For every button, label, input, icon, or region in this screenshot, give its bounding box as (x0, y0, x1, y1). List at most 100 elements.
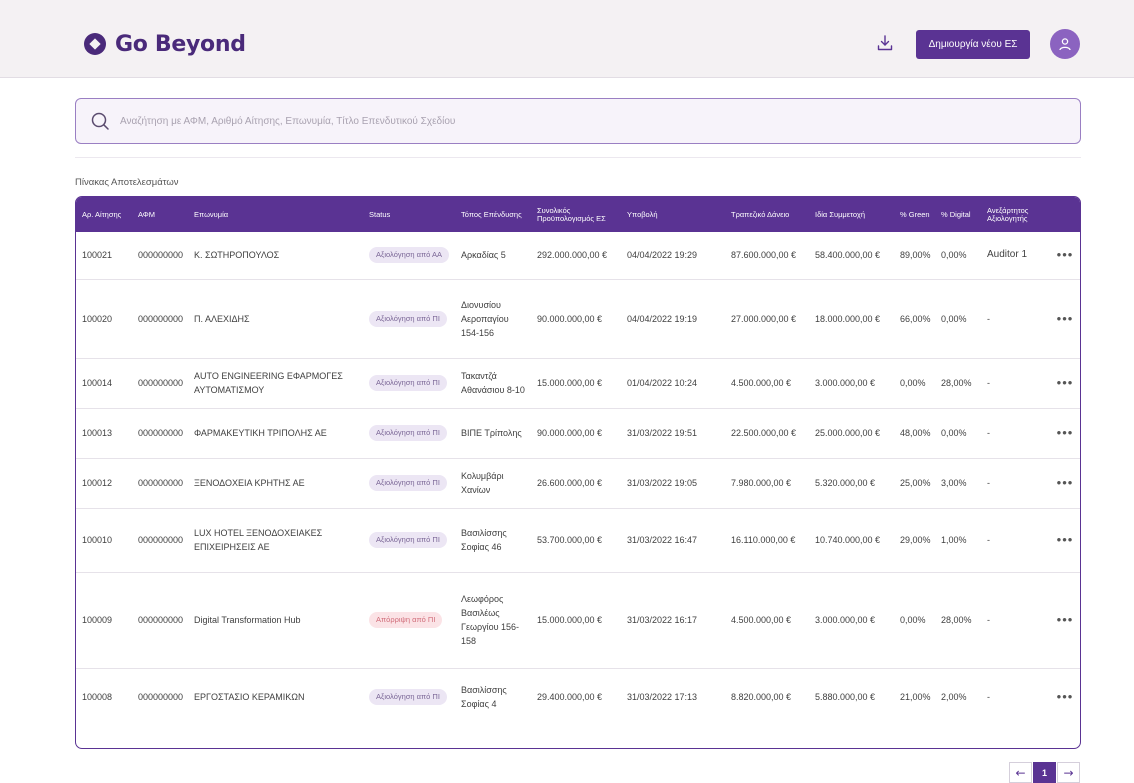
brand-name: Go Beyond (115, 31, 246, 57)
row-actions-menu[interactable]: ••• (1048, 458, 1080, 509)
row-actions-menu[interactable]: ••• (1048, 279, 1080, 359)
avatar[interactable] (1050, 29, 1080, 59)
col-header-loan[interactable]: Τραπεζικό Δάνειο (725, 197, 809, 232)
cell-status: Απόρριψη από ΠΙ (363, 572, 455, 669)
cell-submission: 31/03/2022 17:13 (627, 692, 698, 703)
row-actions-menu[interactable]: ••• (1048, 232, 1080, 280)
status-badge: Αξιολόγηση από ΠΙ (369, 375, 447, 391)
col-header-digital[interactable]: % Digital (935, 197, 981, 232)
create-new-plan-button[interactable]: Δημιουργία νέου ΕΣ (916, 30, 1030, 59)
cell-loan: 4.500.000,00 € (725, 572, 809, 669)
cell-green: 0,00% (894, 572, 935, 669)
col-header-actions (1048, 197, 1080, 232)
cell-name: LUX HOTEL ΞΕΝΟΔΟΧΕΙΑΚΕΣ ΕΠΙΧΕΙΡΗΣΕΙΣ ΑΕ (188, 508, 363, 573)
col-header-app-no[interactable]: Αρ. Αίτησης (76, 197, 132, 232)
cell-green: 66,00% (894, 279, 935, 359)
table-row[interactable]: 100008 000000000 ΕΡΓΟΣΤΑΣΙΟ ΚΕΡΑΜΙΚΩΝ Αξιολ… (76, 668, 1080, 726)
cell-own: 3.000.000,00 € (809, 572, 894, 669)
cell-location: Βασιλίσσης Σοφίας 4 (461, 685, 507, 710)
cell-afm: 000000000 (132, 279, 188, 359)
cell-digital: 28,00% (935, 572, 981, 669)
next-page-button[interactable]: → (1057, 762, 1080, 783)
cell-location: Αρκαδίας 5 (455, 232, 531, 280)
brand-logo[interactable]: Go Beyond (84, 30, 246, 58)
search-input[interactable] (120, 107, 1020, 135)
cell-loan: 8.820.000,00 € (731, 692, 792, 703)
cell-budget: 15.000.000,00 € (531, 572, 621, 669)
cell-name: Digital Transformation Hub (188, 572, 363, 669)
pagination: ← 1 → (1009, 762, 1080, 783)
cell-app-no: 100021 (76, 232, 132, 280)
search-bar (75, 98, 1081, 144)
row-actions-menu[interactable]: ••• (1048, 508, 1080, 573)
table-row[interactable]: 100009 000000000 Digital Transformation Hu… (76, 572, 1080, 669)
cell-digital: 2,00% (941, 692, 967, 703)
cell-app-no: 100012 (76, 458, 132, 509)
page-1-button[interactable]: 1 (1033, 762, 1056, 783)
table-row[interactable]: 100010 000000000 LUX HOTEL ΞΕΝΟΔΟΧΕΙΑΚΕΣ Ε… (76, 508, 1080, 573)
col-header-location[interactable]: Τόπος Επένδυσης (455, 197, 531, 232)
cell-status: Αξιολόγηση από ΠΙ (363, 668, 455, 726)
cell-name: Κ. ΣΩΤΗΡΟΠΟΥΛΟΣ (188, 232, 363, 280)
cell-budget: 29.400.000,00 € (537, 692, 603, 703)
cell-own: 18.000.000,00 € (809, 279, 894, 359)
cell-own: 25.000.000,00 € (809, 408, 894, 459)
col-header-submission[interactable]: Υποβολή (621, 197, 725, 232)
table-row[interactable]: 100013 000000000 ΦΑΡΜΑΚΕΥΤΙΚΗ ΤΡΙΠΟΛΗΣ ΑΕ Α… (76, 408, 1080, 459)
cell-digital: 3,00% (935, 458, 981, 509)
col-header-green[interactable]: % Green (894, 197, 935, 232)
prev-page-button[interactable]: ← (1009, 762, 1032, 783)
cell-location: Κολυμβάρι Χανίων (455, 458, 531, 509)
table-row[interactable]: 100020 000000000 Π. ΑΛΕΧΙΔΗΣ Αξιολόγηση από… (76, 279, 1080, 359)
download-icon[interactable] (876, 34, 894, 52)
cell-budget: 53.700.000,00 € (531, 508, 621, 573)
cell-green: 0,00% (894, 358, 935, 409)
cell-loan: 7.980.000,00 € (725, 458, 809, 509)
cell-budget: 292.000.000,00 € (531, 232, 621, 280)
cell-afm: 000000000 (132, 572, 188, 669)
status-badge: Αξιολόγηση από ΠΙ (369, 475, 447, 491)
cell-green: 29,00% (894, 508, 935, 573)
col-header-status[interactable]: Status (363, 197, 455, 232)
row-actions-menu[interactable]: ••• (1048, 572, 1080, 669)
col-header-afm[interactable]: ΑΦΜ (132, 197, 188, 232)
cell-app-no: 100009 (76, 572, 132, 669)
cell-auditor: - (981, 358, 1048, 409)
cell-loan: 22.500.000,00 € (725, 408, 809, 459)
results-table: Αρ. Αίτησης ΑΦΜ Επωνυμία Status Τόπος Επ… (75, 196, 1081, 749)
status-badge: Αξιολόγηση από ΠΙ (369, 689, 447, 706)
cell-loan: 4.500.000,00 € (725, 358, 809, 409)
cell-own: 5.880.000,00 € (815, 692, 876, 703)
table-header-row: Αρ. Αίτησης ΑΦΜ Επωνυμία Status Τόπος Επ… (76, 197, 1080, 232)
cell-app-no: 100014 (76, 358, 132, 409)
cell-auditor: - (981, 279, 1048, 359)
cell-afm: 000000000 (132, 358, 188, 409)
cell-location: Τακαντζά Αθανάσιου 8-10 (455, 358, 531, 409)
col-header-own[interactable]: Ιδία Συμμετοχή (809, 197, 894, 232)
cell-afm: 000000000 (132, 458, 188, 509)
table-row[interactable]: 100012 000000000 ΞΕΝΟΔΟΧΕΙΑ ΚΡΗΤΗΣ ΑΕ Αξιολ… (76, 458, 1080, 509)
table-row[interactable]: 100021 000000000 Κ. ΣΩΤΗΡΟΠΟΥΛΟΣ Αξιολόγηση… (76, 232, 1080, 280)
cell-submission: 31/03/2022 19:05 (621, 458, 725, 509)
search-icon (91, 112, 109, 130)
col-header-name[interactable]: Επωνυμία (188, 197, 363, 232)
cell-status: Αξιολόγηση από ΑΑ (363, 232, 455, 280)
cell-app-no: 100013 (76, 408, 132, 459)
col-header-budget[interactable]: Συνολικός Προϋπολογισμός ΕΣ (531, 197, 621, 232)
status-badge: Αξιολόγηση από ΠΙ (369, 310, 447, 327)
table-row[interactable]: 100014 000000000 AUTO ENGINEERING ΕΦΑΡΜΟΓΕ… (76, 358, 1080, 409)
cell-afm: 000000000 (132, 508, 188, 573)
cell-own: 10.740.000,00 € (809, 508, 894, 573)
cell-location: ΒΙΠΕ Τρίπολης (455, 408, 531, 459)
cell-auditor: - (981, 408, 1048, 459)
col-header-auditor[interactable]: Ανεξάρτητος Αξιολογητής (981, 197, 1048, 232)
cell-green: 25,00% (894, 458, 935, 509)
row-actions-menu[interactable]: ••• (1048, 408, 1080, 459)
row-actions-menu[interactable]: ••• (1048, 358, 1080, 409)
cell-budget: 26.600.000,00 € (531, 458, 621, 509)
cell-digital: 0,00% (935, 408, 981, 459)
cell-location: Λεωφόρος Βασιλέως Γεωργίου 156-158 (455, 572, 531, 669)
divider (75, 157, 1081, 158)
user-icon (1059, 38, 1071, 51)
row-actions-menu[interactable]: ••• (1048, 668, 1080, 726)
